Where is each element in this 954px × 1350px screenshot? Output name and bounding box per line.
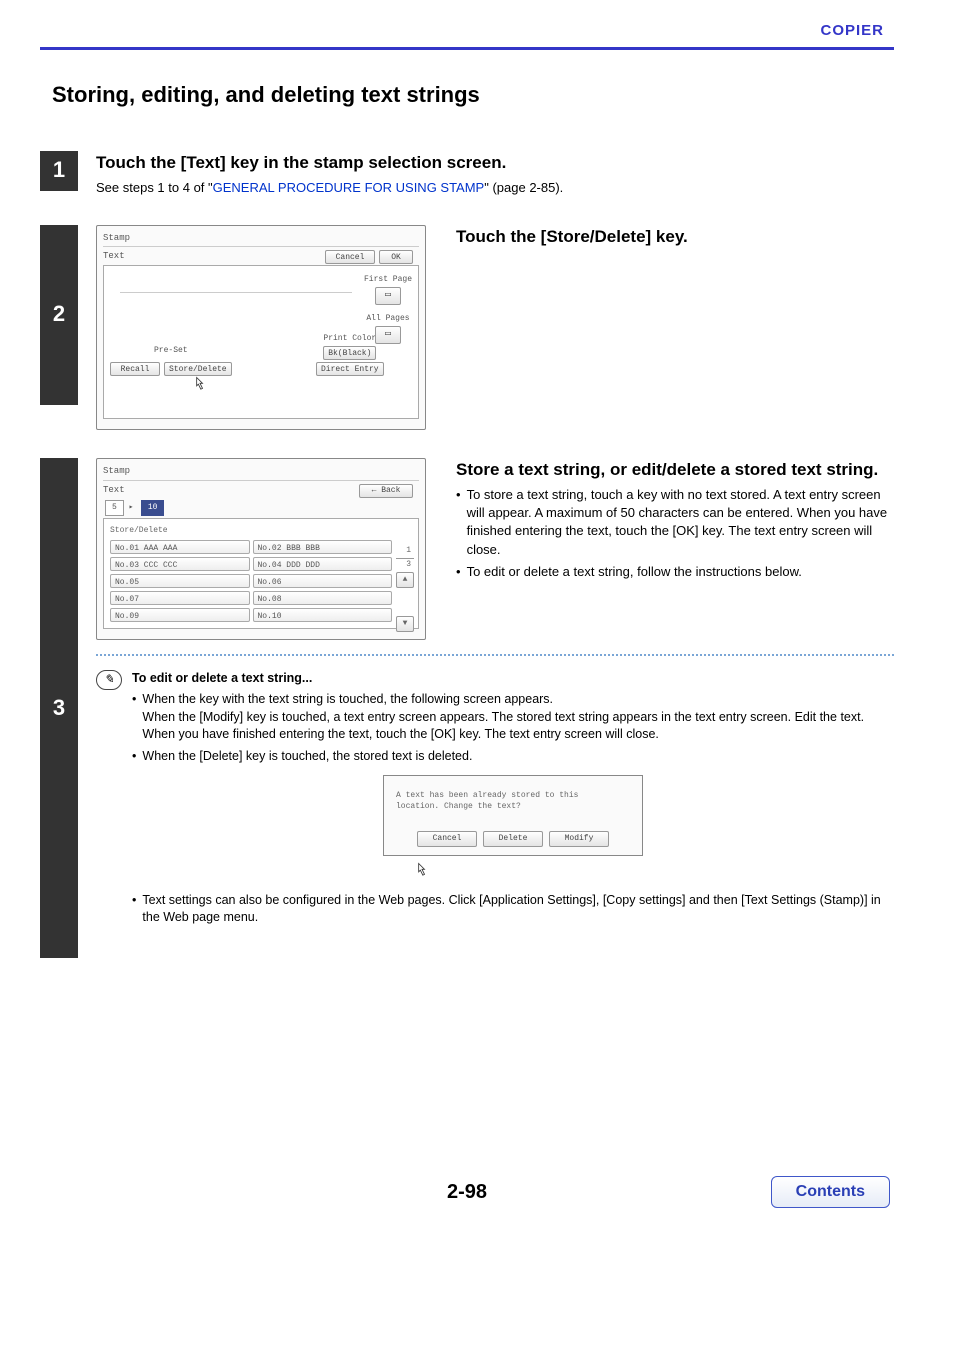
cancel-button[interactable]: Cancel [325, 250, 375, 264]
step-number-2: 2 [40, 225, 78, 405]
bullet-icon [456, 486, 461, 559]
panel3-stamp-label: Stamp [103, 465, 419, 478]
note-p2: When the [Delete] key is touched, the st… [142, 748, 472, 766]
text-slot[interactable]: No.07 [110, 591, 250, 605]
text-slot[interactable]: No.02 BBB BBB [253, 540, 393, 554]
preset-label: Pre-Set [110, 345, 232, 356]
step1-heading: Touch the [Text] key in the stamp select… [96, 151, 894, 175]
dialog-cancel-button[interactable]: Cancel [417, 831, 477, 847]
note-title: To edit or delete a text string... [132, 671, 312, 685]
text-slot[interactable]: No.10 [253, 608, 393, 622]
text-slot[interactable]: No.05 [110, 574, 250, 588]
scroll-down-button[interactable]: ▼ [396, 616, 414, 632]
text-slot[interactable]: No.04 DDD DDD [253, 557, 393, 571]
first-page-icon[interactable]: ▭ [375, 287, 401, 305]
store-delete-label: Store/Delete [110, 525, 392, 536]
tab-5[interactable]: 5 [105, 500, 124, 515]
dashed-separator [96, 654, 894, 656]
text-slot[interactable]: No.03 CCC CCC [110, 557, 250, 571]
tab-10[interactable]: 10 [141, 500, 165, 515]
note-p1: When the key with the text string is tou… [142, 692, 553, 706]
note-p1b: When the [Modify] key is touched, a text… [142, 710, 864, 742]
step-number-3: 3 [40, 458, 78, 958]
header-label: COPIER [40, 20, 894, 41]
bullet-icon [132, 892, 136, 927]
note-icon: ✎ [96, 670, 122, 690]
section-title: Storing, editing, and deleting text stri… [52, 80, 894, 111]
step1-sub-b: " (page 2-85). [484, 180, 563, 195]
contents-button[interactable]: Contents [771, 1176, 890, 1208]
header-rule [40, 47, 894, 50]
recall-button[interactable]: Recall [110, 362, 160, 376]
step-number-1: 1 [40, 151, 78, 191]
panel-text-label: Text [103, 251, 125, 261]
scroll-up-button[interactable]: ▲ [396, 572, 414, 588]
page-number: 2-98 [40, 1178, 894, 1206]
step3-heading: Store a text string, or edit/delete a st… [456, 458, 894, 482]
page-indicator-1: 1 [396, 545, 414, 556]
pointer-icon [190, 374, 210, 396]
text-slot-grid: No.01 AAA AAA No.02 BBB BBB No.03 CCC CC… [110, 540, 392, 622]
step1-link[interactable]: GENERAL PROCEDURE FOR USING STAMP [213, 180, 485, 195]
all-pages-label: All Pages [364, 313, 412, 324]
text-slot[interactable]: No.01 AAA AAA [110, 540, 250, 554]
pointer-icon [412, 860, 432, 882]
text-slot[interactable]: No.08 [253, 591, 393, 605]
all-pages-icon[interactable]: ▭ [375, 326, 401, 344]
back-arrow-icon: ← [372, 485, 382, 496]
step3-bullet-1: To store a text string, touch a key with… [467, 486, 894, 559]
page-indicator-3: 3 [396, 558, 414, 570]
step3-bullet-2: To edit or delete a text string, follow … [467, 563, 802, 581]
ok-button[interactable]: OK [379, 250, 413, 264]
step1-sub-a: See steps 1 to 4 of " [96, 180, 213, 195]
first-page-label: First Page [364, 274, 412, 285]
dialog-line-1: A text has been already stored to this [396, 790, 630, 801]
bullet-icon [456, 563, 461, 581]
dialog-delete-button[interactable]: Delete [483, 831, 543, 847]
back-label: Back [381, 485, 400, 496]
direct-entry-button[interactable]: Direct Entry [316, 362, 384, 376]
text-slot[interactable]: No.09 [110, 608, 250, 622]
back-button[interactable]: ← Back [359, 484, 413, 498]
step2-panel: Stamp Text Cancel OK First Page ▭ [96, 225, 426, 430]
step2-heading: Touch the [Store/Delete] key. [456, 225, 894, 249]
text-slot[interactable]: No.06 [253, 574, 393, 588]
note-p3: Text settings can also be configured in … [142, 892, 894, 927]
dialog-line-2: location. Change the text? [396, 801, 630, 812]
dialog-modify-button[interactable]: Modify [549, 831, 609, 847]
step1-subtext: See steps 1 to 4 of "GENERAL PROCEDURE F… [96, 179, 894, 197]
panel-stamp-label: Stamp [103, 232, 419, 245]
step3-panel: Stamp Text ← Back 5 ▸ [96, 458, 426, 640]
bullet-icon [132, 748, 136, 766]
panel3-text-label: Text [103, 485, 125, 495]
confirm-dialog: A text has been already stored to this l… [383, 775, 643, 855]
bullet-icon [132, 691, 136, 744]
